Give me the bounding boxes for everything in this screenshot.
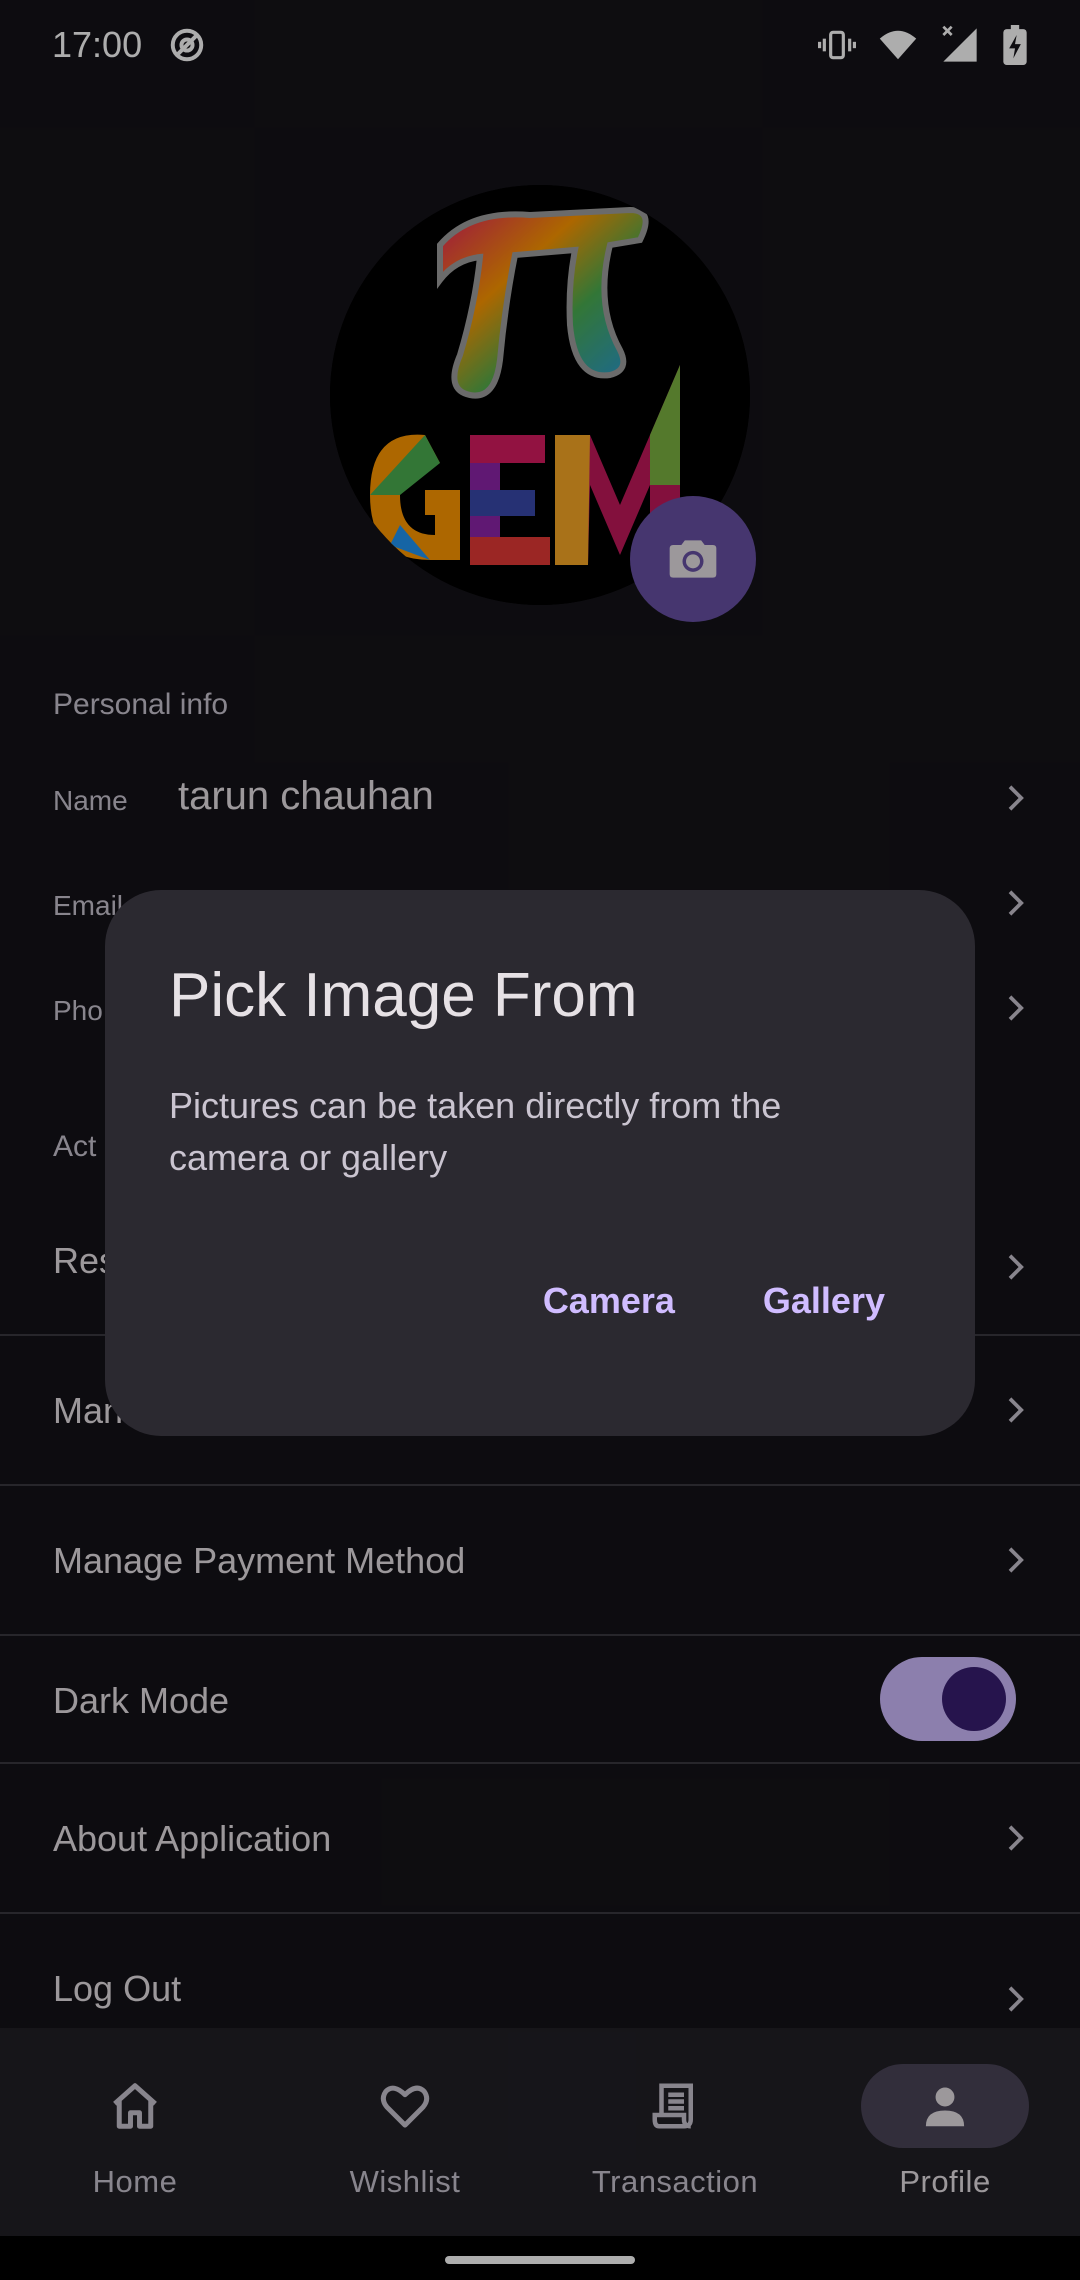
profile-screen: 17:00 Personal info Name tarun chauhan E… [0, 0, 1080, 2280]
pick-image-dialog: Pick Image From Pictures can be taken di… [105, 890, 975, 1436]
dialog-actions: Camera Gallery [543, 1280, 885, 1322]
dialog-body: Pictures can be taken directly from the … [169, 1085, 782, 1178]
dialog-title: Pick Image From [169, 961, 638, 1030]
gallery-button[interactable]: Gallery [763, 1280, 885, 1322]
camera-button[interactable]: Camera [543, 1280, 675, 1322]
